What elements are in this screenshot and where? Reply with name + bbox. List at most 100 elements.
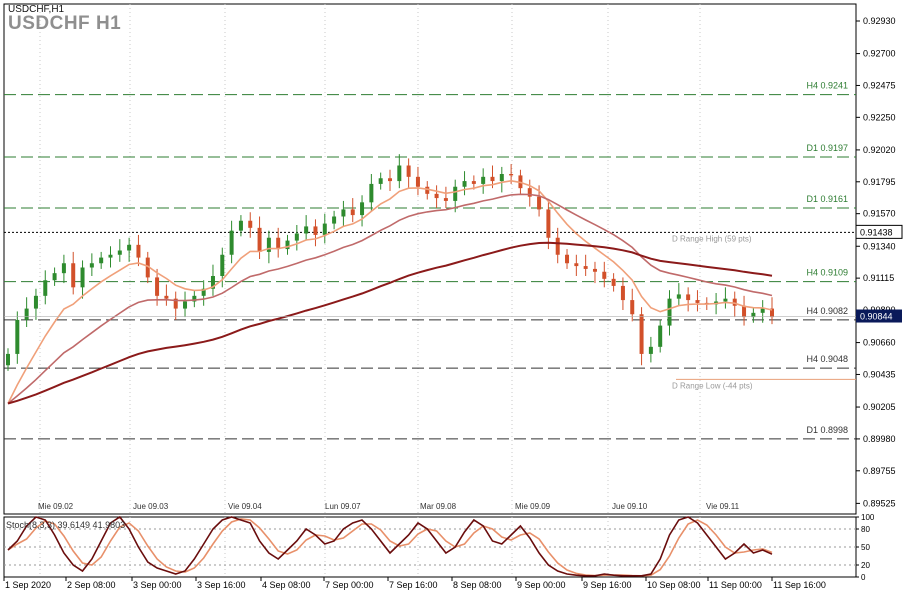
candle-body [509, 174, 514, 176]
candle-body [639, 314, 644, 354]
candle-body [630, 300, 635, 315]
candle-body [136, 244, 141, 258]
y-axis-tick-label: 0.90435 [863, 369, 896, 379]
candle-body [99, 257, 104, 264]
candle-body [155, 277, 160, 296]
candle-body [583, 266, 588, 269]
date-label: Jue 09.03 [133, 502, 169, 511]
candle-body [565, 254, 570, 264]
stochastic-level-label: 0 [861, 573, 866, 582]
candle-body [574, 263, 579, 267]
candle-body [61, 263, 66, 274]
date-label: Jue 09.10 [612, 502, 648, 511]
candle-body [453, 186, 458, 201]
candle-body [15, 319, 20, 354]
candle-body [481, 176, 486, 184]
time-label: 9 Sep 00:00 [517, 580, 566, 590]
candle-body [471, 181, 476, 184]
y-axis-tick-label: 0.89755 [863, 466, 896, 476]
candle-body [127, 244, 132, 251]
y-axis-tick-label: 0.90205 [863, 402, 896, 412]
candle-body [294, 233, 299, 241]
price-chart[interactable]: 0.92930 0.92700 0.92475 0.92250 0.92020 0.917… [0, 0, 903, 601]
time-label: 2 Sep 08:00 [67, 580, 116, 590]
level-label: H4 0.9048 [806, 354, 848, 364]
y-axis-tick-label: 0.92700 [863, 49, 896, 59]
candle-body [108, 254, 113, 258]
current-price-label: 0.90844 [860, 312, 893, 322]
y-axis-tick-label: 0.91570 [863, 209, 896, 219]
candle-body [257, 227, 262, 252]
date-label: Vie 09.04 [228, 502, 262, 511]
candle-body [434, 193, 439, 199]
candle-body [658, 325, 663, 347]
candle-body [89, 263, 94, 268]
candle-body [369, 183, 374, 203]
candle-body [313, 226, 318, 235]
time-label: 8 Sep 08:00 [453, 580, 502, 590]
chart-watermark: USDCHF H1 [8, 13, 122, 34]
candle-body [742, 305, 747, 318]
stochastic-level-label: 50 [861, 543, 870, 552]
candle-body [443, 198, 448, 201]
y-axis-tick-label: 0.92250 [863, 112, 896, 122]
candle-body [397, 165, 402, 182]
candle-body [360, 202, 365, 216]
candle-body [304, 226, 309, 234]
date-label: Lun 09.07 [325, 502, 361, 511]
time-label: 10 Sep 08:00 [647, 580, 701, 590]
stochastic-label: Stoch(8,3,3) 39.6149 41.9803 [6, 520, 126, 530]
level-label: H4 0.9109 [806, 268, 848, 278]
candle-body [248, 220, 253, 228]
date-label: Mie 09.02 [38, 502, 74, 511]
y-axis-tick-label: 0.92930 [863, 16, 896, 26]
day-range-high-label: D Range High (59 pts) [672, 234, 752, 243]
time-label: 11 Sep 00:00 [709, 580, 762, 590]
main-chart-frame [3, 3, 857, 515]
level-label: D1 0.9161 [806, 194, 848, 204]
time-label: 7 Sep 16:00 [389, 580, 438, 590]
candle-body [388, 178, 392, 182]
level-label: H4 0.9241 [806, 81, 848, 91]
candle-body [276, 237, 281, 250]
candle-body [760, 308, 765, 313]
candle-body [164, 295, 169, 299]
level-label: D1 0.8998 [806, 425, 848, 435]
date-label: Vie 09.11 [706, 502, 740, 511]
date-label: Mie 09.09 [515, 502, 551, 511]
y-axis-tick-label: 0.92020 [863, 145, 896, 155]
candle-body [229, 230, 234, 255]
candle-body [24, 308, 29, 320]
candle-body [462, 181, 467, 187]
candle-body [499, 174, 504, 182]
candle-body [592, 268, 597, 272]
y-axis-tick-label: 0.91795 [863, 177, 896, 187]
candle-body [80, 267, 85, 288]
candle-body [415, 176, 420, 187]
y-axis-tick-label: 0.91340 [863, 241, 896, 251]
candle-body [732, 298, 737, 306]
candle-body [723, 298, 728, 302]
candle-body [406, 165, 411, 177]
y-axis-tick-label: 0.89980 [863, 434, 896, 444]
candle-body [238, 220, 243, 231]
candle-body [183, 301, 188, 309]
time-label: 9 Sep 16:00 [583, 580, 632, 590]
candle-body [555, 237, 560, 255]
time-label: 3 Sep 00:00 [133, 580, 182, 590]
date-label: Mar 09.08 [420, 502, 457, 511]
candle-body [6, 353, 10, 366]
stochastic-level-label: 80 [861, 525, 870, 534]
day-range-low-label: D Range Low (-44 pts) [672, 381, 753, 390]
candle-body [341, 209, 346, 217]
stochastic-level-label: 20 [861, 561, 870, 570]
y-axis-tick-label: 0.91115 [863, 273, 894, 283]
time-label: 11 Sep 16:00 [773, 580, 826, 590]
level-label: D1 0.9197 [806, 143, 848, 153]
candle-body [33, 295, 38, 309]
time-label: 1 Sep 2020 [5, 580, 51, 590]
candle-body [695, 300, 700, 303]
candle-body [667, 298, 672, 326]
candle-body [332, 216, 337, 224]
candle-body [620, 285, 625, 301]
